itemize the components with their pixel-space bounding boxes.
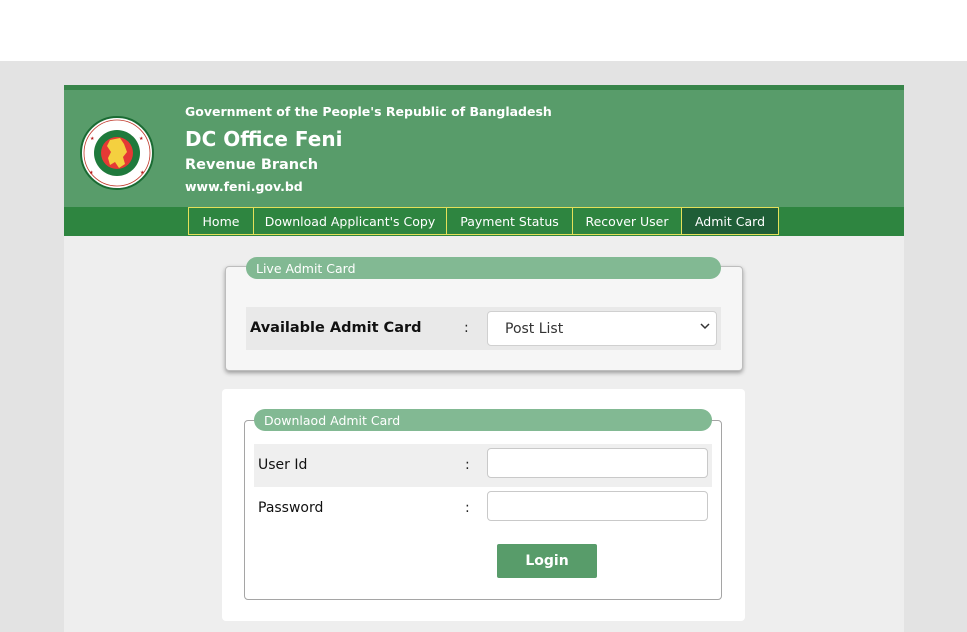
branch-name: Revenue Branch xyxy=(185,157,319,173)
svg-text:★: ★ xyxy=(140,170,145,176)
site-header: ★ ★ ★ ★ Government of the People's Repub… xyxy=(64,85,904,207)
browser-top-area xyxy=(0,0,967,61)
svg-text:★: ★ xyxy=(139,136,144,142)
password-row: Password : xyxy=(254,487,712,530)
chevron-down-icon xyxy=(700,321,710,334)
password-label: Password xyxy=(258,500,324,516)
separator-colon: : xyxy=(464,320,469,336)
svg-text:★: ★ xyxy=(90,136,95,142)
user-id-label: User Id xyxy=(258,457,308,473)
government-seal-logo: ★ ★ ★ ★ xyxy=(80,116,154,190)
separator-colon: : xyxy=(465,500,470,516)
available-admit-card-row: Available Admit Card : Post List xyxy=(246,307,721,350)
nav-admit-card[interactable]: Admit Card xyxy=(681,207,779,235)
post-list-select[interactable]: Post List xyxy=(487,311,717,346)
svg-text:★: ★ xyxy=(89,170,94,176)
available-admit-card-label: Available Admit Card xyxy=(250,320,422,336)
user-id-input[interactable] xyxy=(487,448,708,478)
nav-recover-user[interactable]: Recover User xyxy=(572,207,682,235)
download-admit-card-panel: Downlaod Admit Card User Id : Password :… xyxy=(222,389,745,621)
main-nav: Home Download Applicant's Copy Payment S… xyxy=(64,207,904,236)
page-container: ★ ★ ★ ★ Government of the People's Repub… xyxy=(64,85,904,632)
password-input[interactable] xyxy=(487,491,708,521)
website-url: www.feni.gov.bd xyxy=(185,179,303,194)
live-admit-card-panel: Live Admit Card Available Admit Card : P… xyxy=(225,257,743,371)
live-admit-card-legend: Live Admit Card xyxy=(246,257,721,279)
download-admit-card-legend: Downlaod Admit Card xyxy=(254,409,712,431)
nav-download-applicants-copy[interactable]: Download Applicant's Copy xyxy=(253,207,447,235)
office-title: DC Office Feni xyxy=(185,127,343,151)
government-line: Government of the People's Republic of B… xyxy=(185,104,552,119)
nav-home[interactable]: Home xyxy=(188,207,254,235)
post-list-selected-value: Post List xyxy=(505,320,564,337)
nav-payment-status[interactable]: Payment Status xyxy=(446,207,573,235)
separator-colon: : xyxy=(465,457,470,473)
user-id-row: User Id : xyxy=(254,444,712,487)
login-button[interactable]: Login xyxy=(497,544,597,578)
